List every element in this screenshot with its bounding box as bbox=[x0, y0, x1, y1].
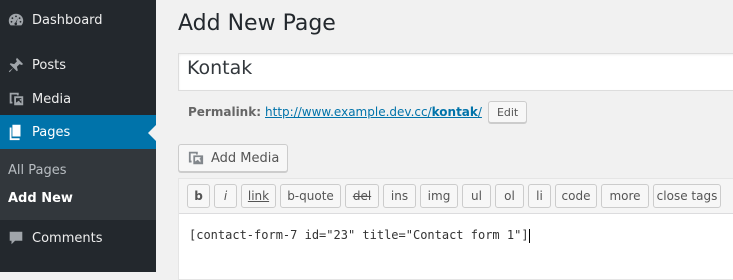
sidebar-item-posts[interactable]: Posts bbox=[0, 48, 156, 82]
add-media-button[interactable]: Add Media bbox=[178, 144, 289, 172]
permalink-link[interactable]: http://www.example.dev.cc/kontak/ bbox=[265, 105, 482, 119]
pages-submenu: All Pages Add New bbox=[0, 149, 156, 220]
admin-sidebar: Dashboard Posts Media Pages All Pages Ad… bbox=[0, 0, 156, 272]
media-icon bbox=[187, 150, 205, 166]
permalink-slug: kontak bbox=[431, 105, 478, 119]
sidebar-item-dashboard[interactable]: Dashboard bbox=[0, 3, 156, 37]
quicktags-toolbar: b i link b-quote del ins img ul ol li co… bbox=[179, 179, 733, 214]
submenu-item-all-pages[interactable]: All Pages bbox=[8, 163, 67, 178]
content-textarea[interactable]: [contact-form-7 id="23" title="Contact f… bbox=[179, 214, 733, 274]
permalink-row: Permalink: http://www.example.dev.cc/kon… bbox=[188, 101, 528, 123]
sidebar-item-label: Comments bbox=[32, 230, 103, 246]
content-text: [contact-form-7 id="23" title="Contact f… bbox=[189, 228, 529, 242]
pushpin-icon bbox=[6, 55, 26, 75]
text-editor: b i link b-quote del ins img ul ol li co… bbox=[178, 178, 733, 280]
permalink-label: Permalink: bbox=[188, 105, 262, 119]
pages-icon bbox=[6, 122, 26, 142]
qt-img-button[interactable]: img bbox=[420, 184, 458, 208]
text-caret bbox=[528, 228, 530, 243]
qt-del-button[interactable]: del bbox=[345, 184, 379, 208]
qt-li-button[interactable]: li bbox=[528, 184, 551, 208]
qt-close-tags-button[interactable]: close tags bbox=[653, 184, 721, 208]
sidebar-item-label: Posts bbox=[32, 57, 66, 73]
sidebar-item-comments[interactable]: Comments bbox=[0, 221, 156, 255]
qt-ins-button[interactable]: ins bbox=[383, 184, 416, 208]
qt-italic-button[interactable]: i bbox=[214, 184, 237, 208]
qt-link-button[interactable]: link bbox=[241, 184, 276, 208]
submenu-item-add-new[interactable]: Add New bbox=[8, 191, 73, 206]
page-title: Add New Page bbox=[178, 11, 336, 36]
post-title-input[interactable]: Kontak bbox=[178, 53, 733, 91]
permalink-trailing: / bbox=[477, 105, 482, 119]
qt-ul-button[interactable]: ul bbox=[462, 184, 491, 208]
comment-icon bbox=[6, 228, 26, 248]
main-content: Add New Page Kontak Permalink: http://ww… bbox=[156, 0, 733, 280]
sidebar-item-pages[interactable]: Pages bbox=[0, 115, 156, 149]
qt-ol-button[interactable]: ol bbox=[495, 184, 524, 208]
sidebar-item-label: Pages bbox=[32, 124, 71, 140]
media-icon bbox=[6, 89, 26, 109]
sidebar-item-media[interactable]: Media bbox=[0, 82, 156, 116]
dashboard-icon bbox=[6, 10, 26, 30]
add-media-label: Add Media bbox=[211, 150, 280, 166]
qt-code-button[interactable]: code bbox=[555, 184, 597, 208]
permalink-base-url: http://www.example.dev.cc/ bbox=[265, 105, 432, 119]
qt-more-button[interactable]: more bbox=[601, 184, 649, 208]
qt-bold-button[interactable]: b bbox=[187, 184, 210, 208]
sidebar-item-label: Dashboard bbox=[32, 12, 103, 28]
edit-slug-button[interactable]: Edit bbox=[487, 101, 528, 123]
qt-blockquote-button[interactable]: b-quote bbox=[280, 184, 341, 208]
sidebar-item-label: Media bbox=[32, 91, 72, 107]
